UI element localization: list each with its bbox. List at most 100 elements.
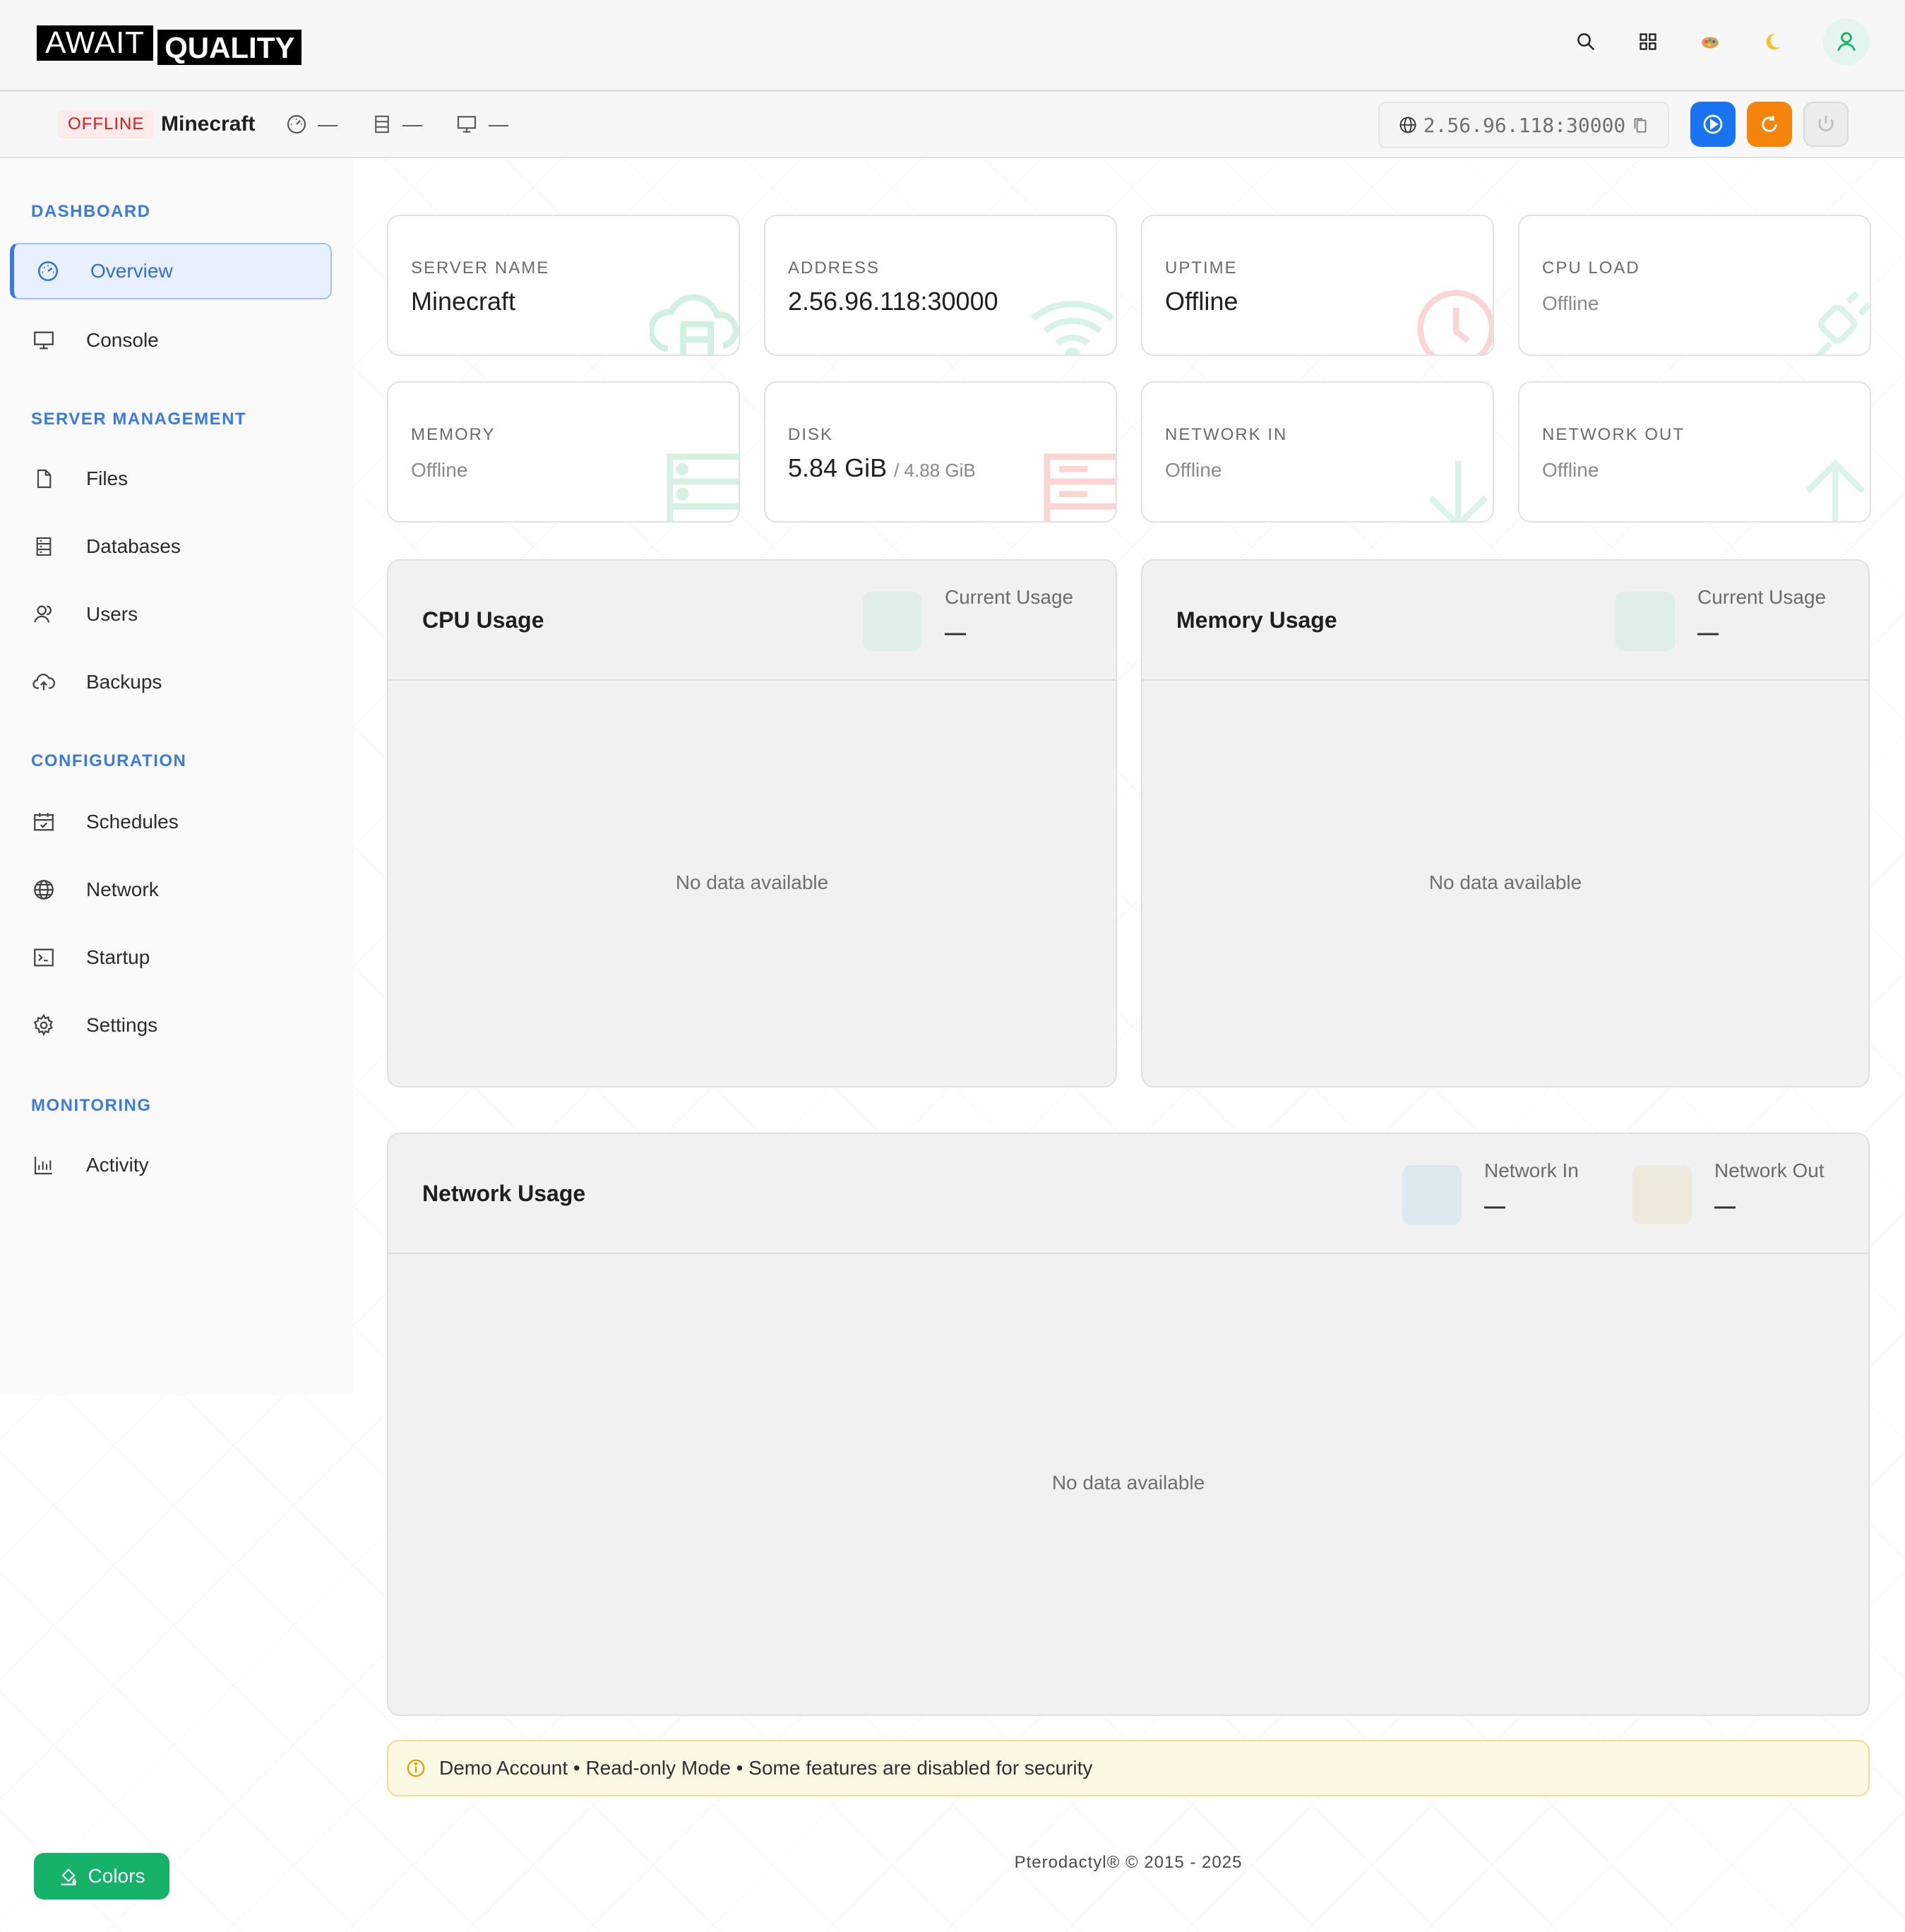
card-value: 5.84 GiB / 4.88 GiB [788,453,976,483]
sidebar-item-backups[interactable]: Backups [10,654,332,710]
section-title-configuration: CONFIGURATION [31,751,187,770]
sidebar-item-label: Backups [86,671,162,693]
card-label: NETWORK IN [1165,425,1288,444]
legend-swatch-network-in [1402,1165,1462,1224]
globe-icon [30,878,58,902]
sidebar-item-schedules[interactable]: Schedules [10,794,332,850]
card-label: ADDRESS [788,258,880,278]
sidebar-item-files[interactable]: Files [10,451,332,507]
bar-chart-icon [30,1154,58,1176]
console-mini-value: — [489,113,508,135]
logo[interactable]: AWAIT QUALITY [37,25,302,65]
gauge-icon [287,114,306,134]
sidebar-item-network[interactable]: Network [10,861,332,918]
card-label: UPTIME [1165,258,1238,278]
legend-swatch [1616,592,1675,651]
sidebar-item-console[interactable]: Console [10,312,332,369]
stop-button[interactable] [1803,102,1849,147]
colors-button[interactable]: Colors [34,1853,169,1900]
restart-icon [1762,116,1777,132]
sidebar-item-label: Startup [86,946,150,968]
legend-label-network-in: Network In [1484,1159,1579,1181]
card-value: Offline [1165,459,1222,481]
wifi-icon [1030,301,1115,354]
sidebar: DASHBOARD Overview Console SERVER MANAGE… [0,158,353,1395]
sidebar-item-overview[interactable]: Overview [10,243,332,299]
card-value: 2.56.96.118:30000 [788,287,998,316]
database-icon [30,535,58,559]
status-badge: OFFLINE [58,110,155,138]
legend-swatch-network-out [1632,1165,1692,1224]
calendar-icon [30,810,58,834]
sidebar-item-users[interactable]: Users [10,586,332,643]
cpu-mini-value: — [318,113,338,135]
panel-title: Memory Usage [1176,607,1337,633]
copy-icon [1634,118,1647,133]
palette-icon[interactable] [1693,25,1727,59]
panel-title: Network Usage [422,1181,586,1206]
card-label: DISK [788,425,834,444]
sidebar-item-activity[interactable]: Activity [10,1137,332,1193]
restart-button[interactable] [1747,102,1792,147]
address-pill[interactable]: 2.56.96.118:30000 [1378,102,1669,148]
notice-text: Demo Account • Read-only Mode • Some fea… [439,1757,1093,1779]
terminal-icon [30,946,58,970]
legend-value-network-in: — [1484,1195,1505,1218]
colors-button-label: Colors [88,1865,145,1887]
search-icon[interactable] [1569,25,1603,59]
storage-icon [667,453,739,521]
sidebar-item-label: Activity [86,1154,149,1176]
logo-text-await: AWAIT [37,25,154,61]
sidebar-item-startup[interactable]: Startup [10,929,332,986]
sidebar-item-label: Databases [86,535,181,557]
address-text: 2.56.96.118:30000 [1423,113,1626,137]
moon-icon[interactable] [1755,25,1789,59]
empty-state: No data available [1428,871,1582,893]
panel-header: CPU Usage Current Usage — [388,561,1116,681]
disk-card: DISK 5.84 GiB / 4.88 GiB [764,381,1117,523]
cpu-load-card: CPU LOAD Offline [1518,215,1871,356]
legend-value-network-out: — [1714,1195,1736,1218]
legend-value: — [945,621,966,645]
card-label: SERVER NAME [411,258,550,278]
legend-label: Current Usage [1697,586,1827,608]
user-icon [1837,32,1856,52]
server-cloud-icon [650,294,739,354]
monitor-icon [457,116,477,133]
network-in-card: NETWORK IN Offline [1141,381,1494,523]
server-name-card: SERVER NAME Minecraft [387,215,740,356]
legend-swatch [863,592,922,651]
section-title-dashboard: DASHBOARD [31,202,151,221]
sidebar-item-label: Files [86,467,129,489]
sidebar-item-label: Console [86,329,159,351]
sidebar-item-settings[interactable]: Settings [10,997,332,1054]
memory-icon [375,115,389,133]
apps-grid-icon[interactable] [1631,25,1665,59]
sidebar-item-label: Users [86,603,138,625]
card-value: Offline [1542,459,1599,481]
disk-used: 5.84 GiB [788,453,888,482]
info-icon [407,1759,425,1777]
sidebar-item-databases[interactable]: Databases [10,518,332,575]
empty-state: No data available [675,871,829,893]
section-title-monitoring: MONITORING [31,1096,152,1115]
legend-value: — [1697,621,1719,645]
card-value: Minecraft [411,287,516,316]
user-avatar[interactable] [1823,18,1870,65]
empty-state: No data available [1051,1472,1205,1493]
section-title-server-management: SERVER MANAGEMENT [31,410,247,429]
start-button[interactable] [1690,102,1736,147]
network-usage-panel: Network Usage Network In — Network Out —… [387,1133,1870,1716]
memory-mini-value: — [402,113,422,135]
server-title: Minecraft [161,112,256,136]
card-label: CPU LOAD [1542,258,1640,278]
gear-icon [30,1013,58,1037]
network-out-card: NETWORK OUT Offline [1518,381,1871,523]
demo-notice: Demo Account • Read-only Mode • Some fea… [387,1740,1870,1796]
monitor-icon [30,328,58,352]
cloud-upload-icon [30,670,58,694]
card-value: Offline [1165,287,1238,316]
clock-icon [1417,290,1493,354]
top-header: AWAIT QUALITY [0,0,1905,92]
panel-title: CPU Usage [422,607,544,633]
